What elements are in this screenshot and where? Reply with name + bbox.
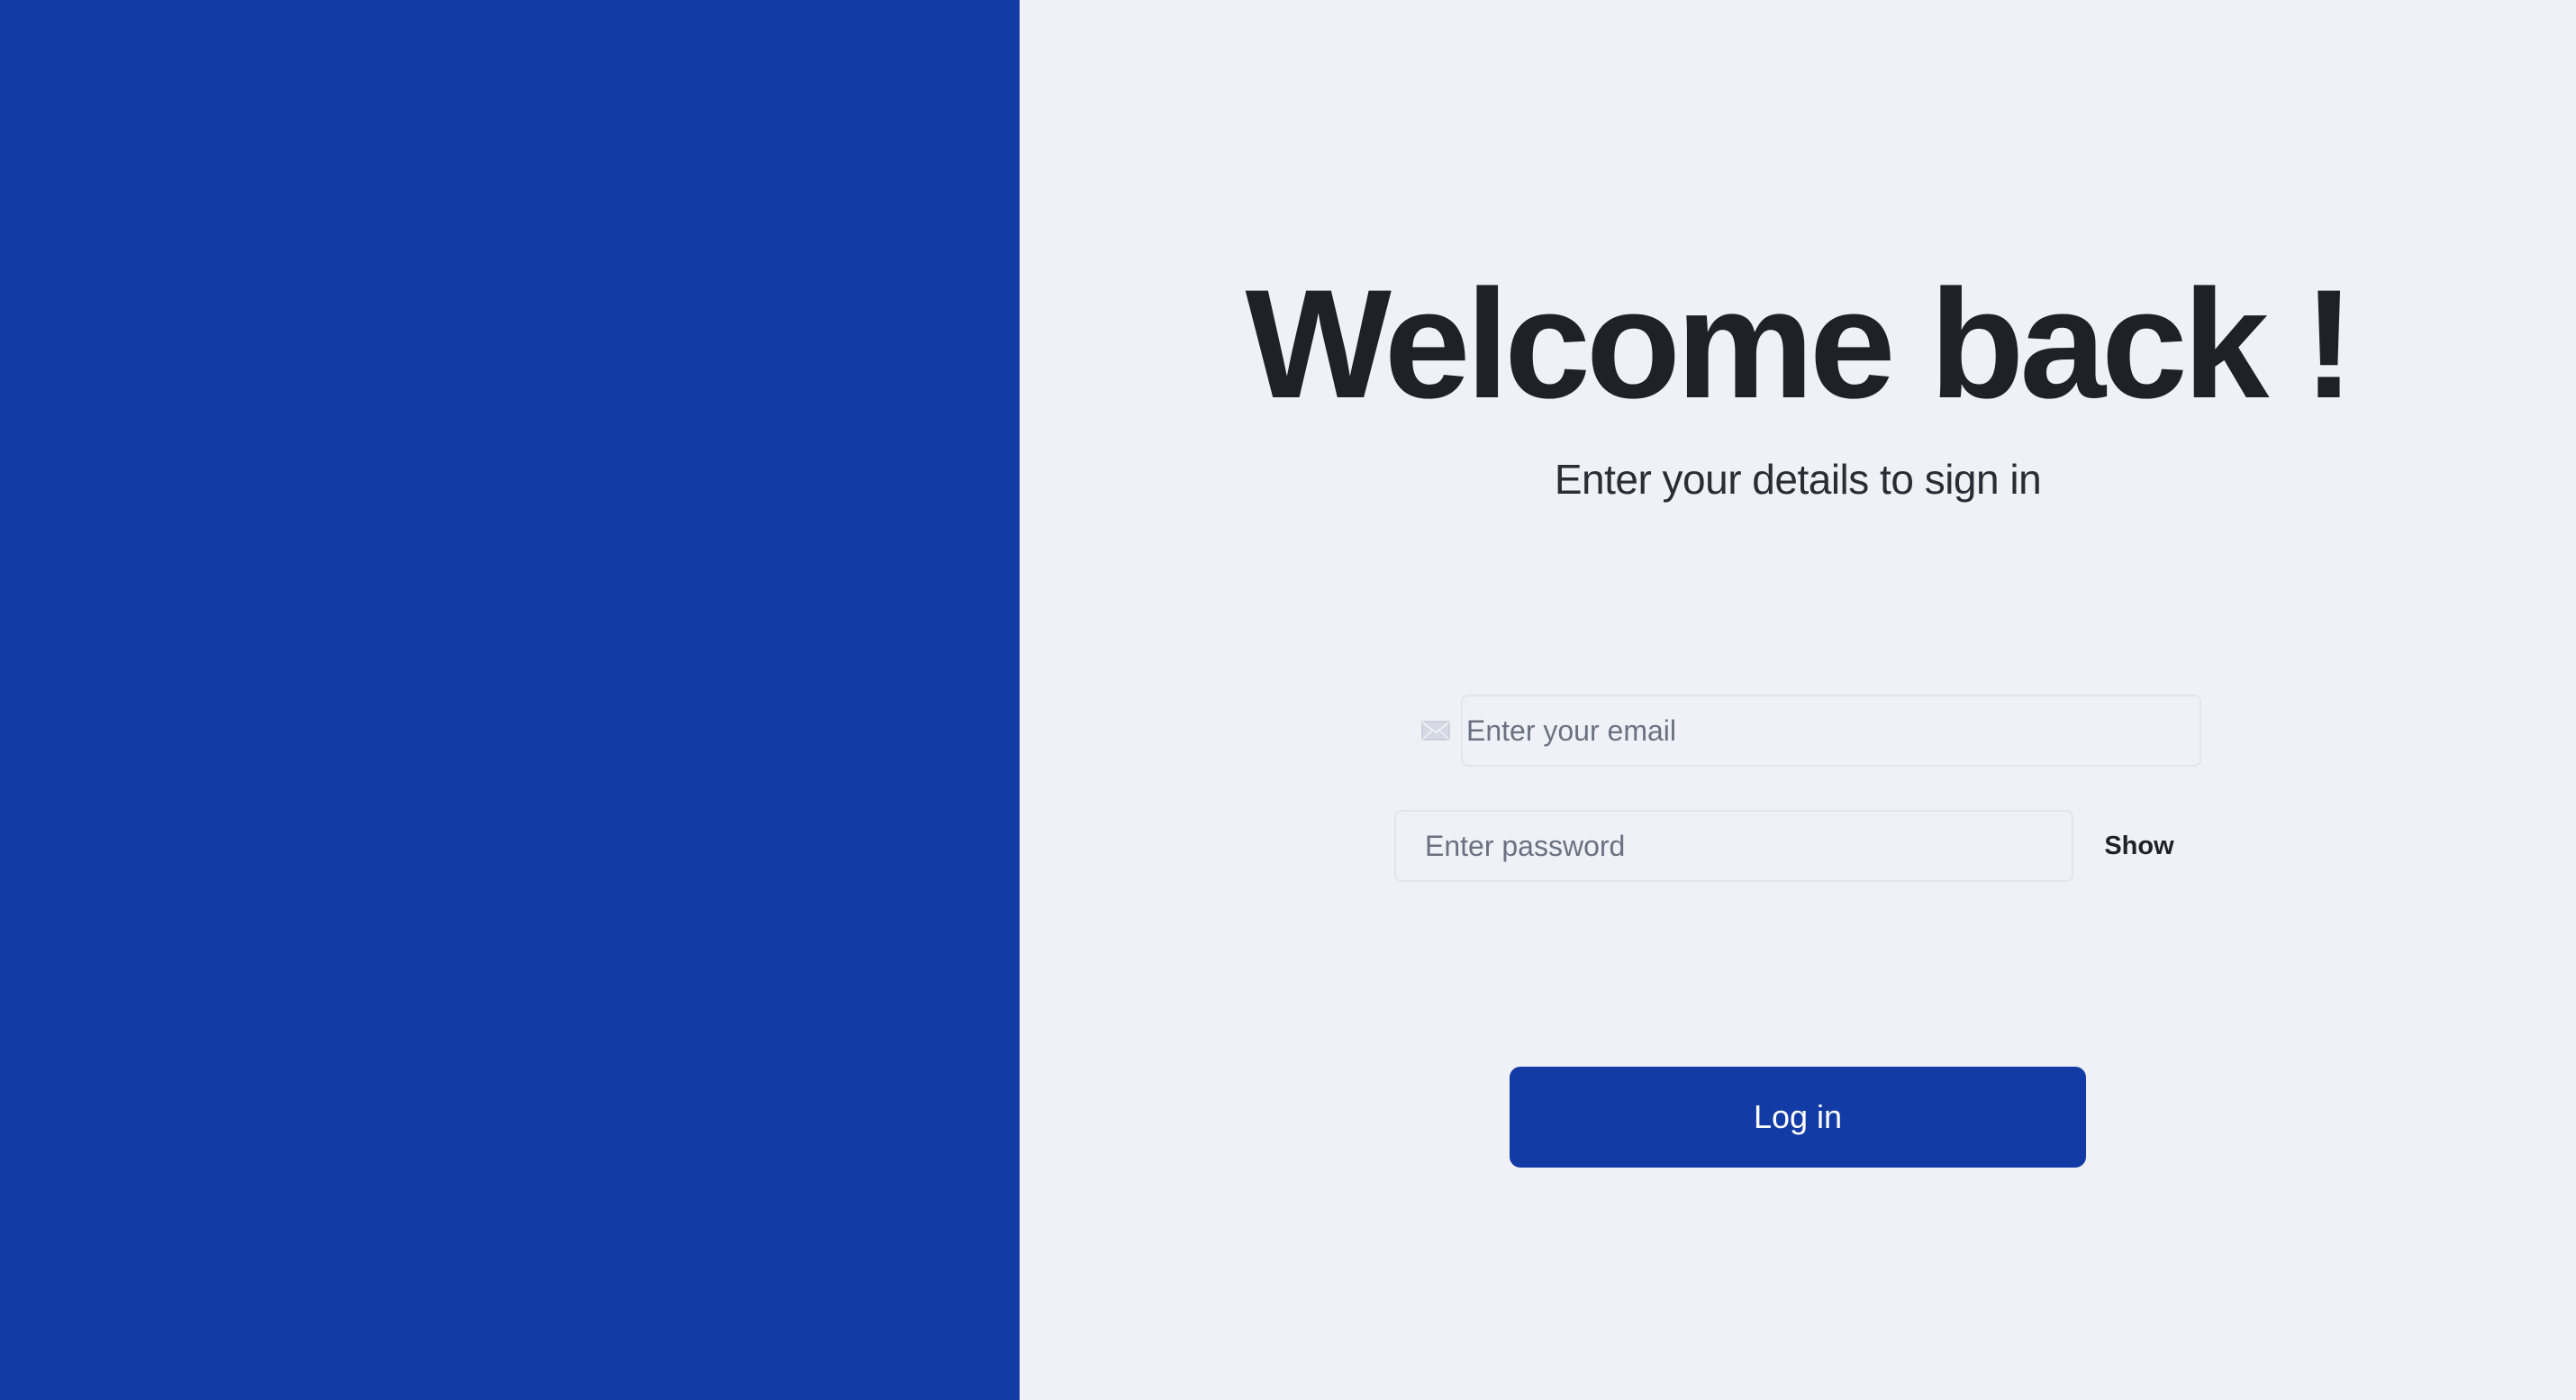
email-input[interactable] [1461,695,2201,767]
email-field-group [1410,695,2201,767]
page-subtitle: Enter your details to sign in [1554,456,2042,503]
mail-icon [1410,695,1461,767]
page-title: Welcome back ! [1245,258,2355,431]
show-password-button[interactable]: Show [2073,810,2205,882]
password-input[interactable] [1394,810,2073,882]
login-content: Welcome back ! Enter your details to sig… [1020,0,2576,1400]
login-page: Welcome back ! Enter your details to sig… [0,0,2576,1400]
login-button[interactable]: Log in [1510,1067,2086,1168]
brand-panel [0,0,1020,1400]
